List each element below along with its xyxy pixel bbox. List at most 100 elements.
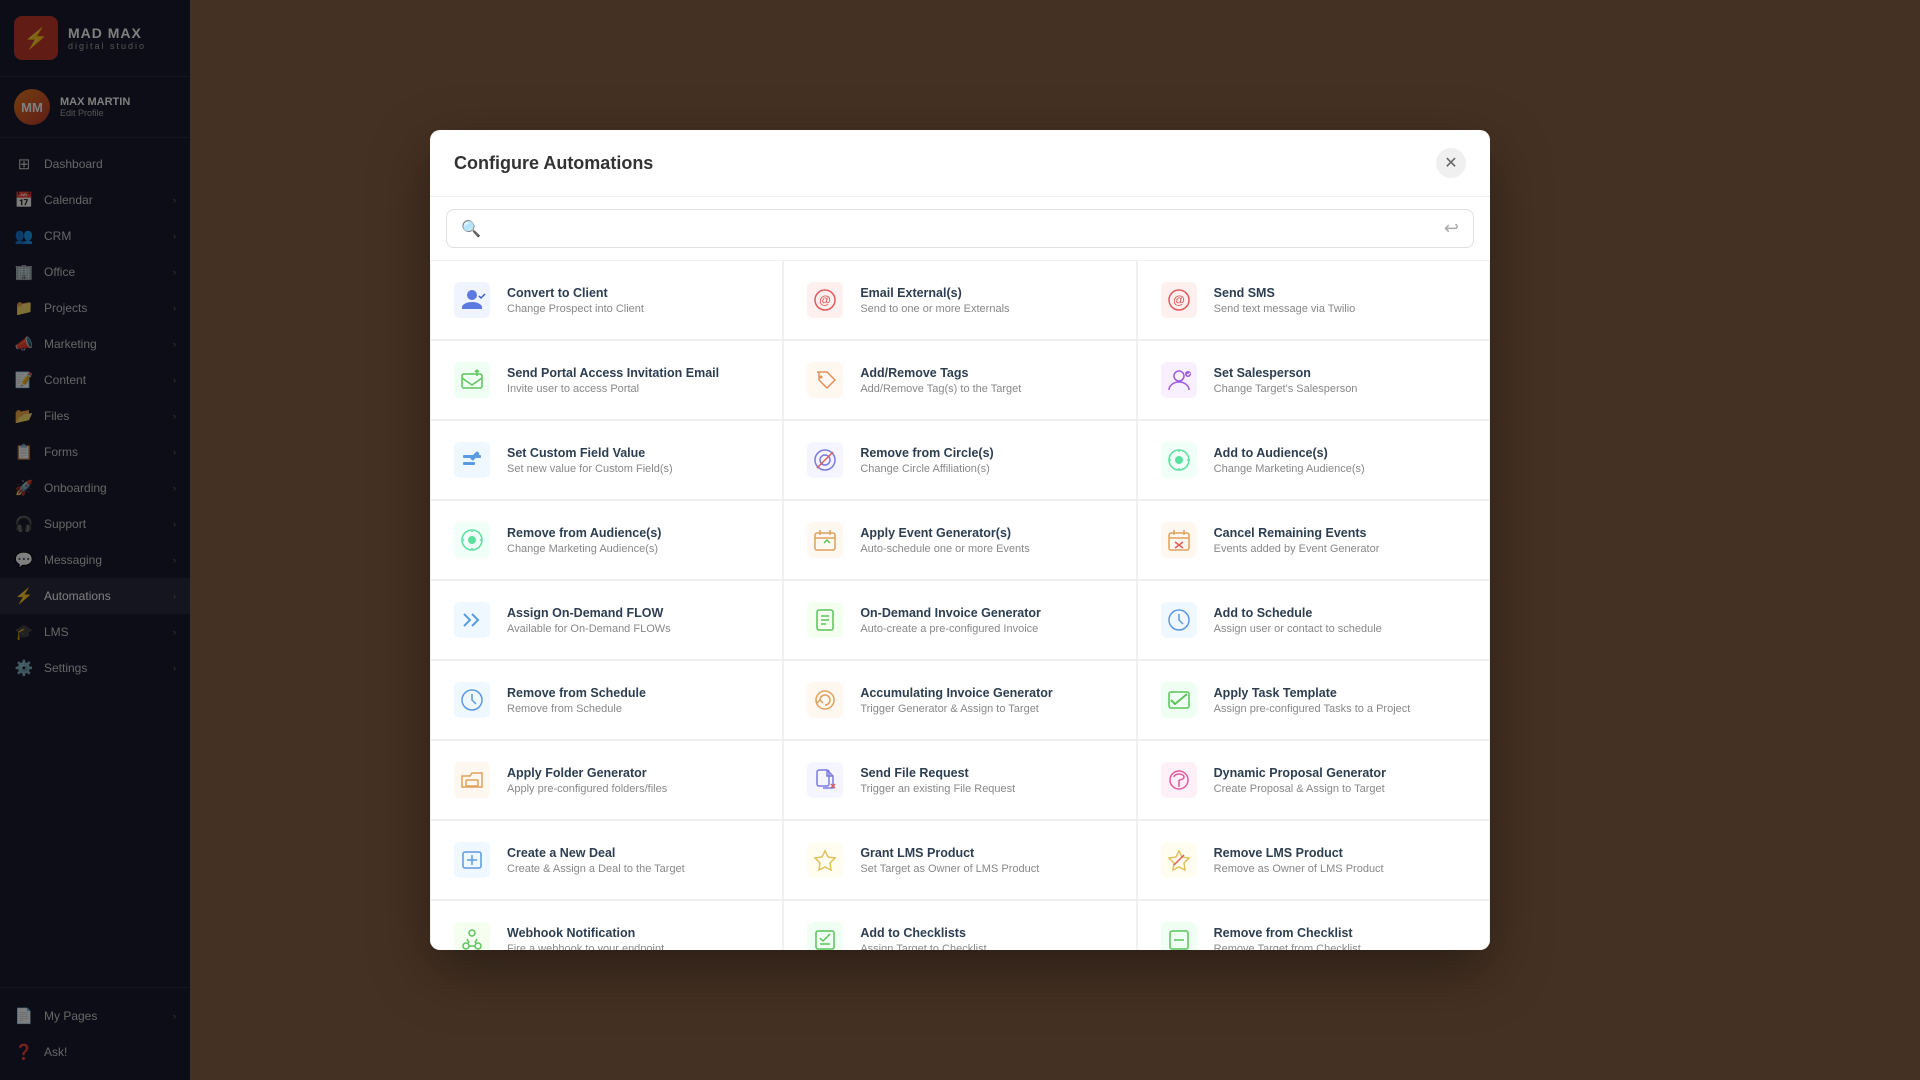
automation-card-on-demand-invoice-generator[interactable]: On-Demand Invoice Generator Auto-create … bbox=[783, 580, 1136, 660]
automation-card-send-sms[interactable]: @ Send SMS Send text message via Twilio bbox=[1137, 260, 1490, 340]
automation-title-grant-lms-product: Grant LMS Product bbox=[860, 846, 1039, 860]
automation-title-apply-folder-generator: Apply Folder Generator bbox=[507, 766, 667, 780]
automation-icon-remove-from-audiences bbox=[451, 519, 493, 561]
modal-overlay[interactable]: Configure Automations ✕ 🔍 ↩ Convert to C… bbox=[0, 0, 1920, 1080]
automation-text-remove-from-audiences: Remove from Audience(s) Change Marketing… bbox=[507, 526, 661, 555]
back-button[interactable]: ↩ bbox=[1444, 218, 1459, 239]
automation-text-apply-folder-generator: Apply Folder Generator Apply pre-configu… bbox=[507, 766, 667, 795]
modal-header: Configure Automations ✕ bbox=[430, 130, 1490, 197]
automation-desc-apply-folder-generator: Apply pre-configured folders/files bbox=[507, 783, 667, 795]
automation-desc-remove-from-audiences: Change Marketing Audience(s) bbox=[507, 543, 661, 555]
automation-card-convert-to-client[interactable]: Convert to Client Change Prospect into C… bbox=[430, 260, 783, 340]
automation-card-set-salesperson[interactable]: Set Salesperson Change Target's Salesper… bbox=[1137, 340, 1490, 420]
automation-desc-set-custom-field: Set new value for Custom Field(s) bbox=[507, 463, 673, 475]
automation-text-remove-from-checklist: Remove from Checklist Remove Target from… bbox=[1214, 926, 1361, 951]
automation-icon-add-to-audiences bbox=[1158, 439, 1200, 481]
automation-card-add-to-audiences[interactable]: Add to Audience(s) Change Marketing Audi… bbox=[1137, 420, 1490, 500]
automation-card-apply-task-template[interactable]: Apply Task Template Assign pre-configure… bbox=[1137, 660, 1490, 740]
automation-icon-set-salesperson bbox=[1158, 359, 1200, 401]
automation-card-set-custom-field[interactable]: Set Custom Field Value Set new value for… bbox=[430, 420, 783, 500]
automation-desc-send-portal-access: Invite user to access Portal bbox=[507, 383, 719, 395]
automation-card-remove-from-circles[interactable]: Remove from Circle(s) Change Circle Affi… bbox=[783, 420, 1136, 500]
automation-card-cancel-remaining-events[interactable]: Cancel Remaining Events Events added by … bbox=[1137, 500, 1490, 580]
automation-text-on-demand-invoice-generator: On-Demand Invoice Generator Auto-create … bbox=[860, 606, 1041, 635]
automation-desc-convert-to-client: Change Prospect into Client bbox=[507, 303, 644, 315]
automation-card-remove-from-schedule[interactable]: Remove from Schedule Remove from Schedul… bbox=[430, 660, 783, 740]
automation-icon-remove-lms-product bbox=[1158, 839, 1200, 881]
automation-card-add-remove-tags[interactable]: Add/Remove Tags Add/Remove Tag(s) to the… bbox=[783, 340, 1136, 420]
search-icon: 🔍 bbox=[461, 219, 481, 239]
automation-text-cancel-remaining-events: Cancel Remaining Events Events added by … bbox=[1214, 526, 1380, 555]
automation-card-remove-from-checklist[interactable]: Remove from Checklist Remove Target from… bbox=[1137, 900, 1490, 950]
search-bar: 🔍 ↩ bbox=[446, 209, 1474, 248]
configure-automations-modal: Configure Automations ✕ 🔍 ↩ Convert to C… bbox=[430, 130, 1490, 950]
automation-text-set-custom-field: Set Custom Field Value Set new value for… bbox=[507, 446, 673, 475]
automation-card-apply-event-generator[interactable]: Apply Event Generator(s) Auto-schedule o… bbox=[783, 500, 1136, 580]
modal-title: Configure Automations bbox=[454, 153, 653, 174]
automation-title-remove-from-circles: Remove from Circle(s) bbox=[860, 446, 993, 460]
automation-card-add-to-schedule[interactable]: Add to Schedule Assign user or contact t… bbox=[1137, 580, 1490, 660]
automation-icon-remove-from-schedule bbox=[451, 679, 493, 721]
automation-desc-remove-from-schedule: Remove from Schedule bbox=[507, 703, 646, 715]
automation-desc-remove-from-checklist: Remove Target from Checklist bbox=[1214, 943, 1361, 951]
automation-text-email-externals: Email External(s) Send to one or more Ex… bbox=[860, 286, 1009, 315]
automation-icon-webhook-notification bbox=[451, 919, 493, 950]
automation-card-remove-lms-product[interactable]: Remove LMS Product Remove as Owner of LM… bbox=[1137, 820, 1490, 900]
automation-desc-send-file-request: Trigger an existing File Request bbox=[860, 783, 1015, 795]
search-input[interactable] bbox=[491, 221, 1434, 236]
automation-title-add-to-checklists: Add to Checklists bbox=[860, 926, 986, 940]
automation-title-email-externals: Email External(s) bbox=[860, 286, 1009, 300]
automation-title-add-to-audiences: Add to Audience(s) bbox=[1214, 446, 1365, 460]
automation-icon-add-to-schedule bbox=[1158, 599, 1200, 641]
automation-icon-remove-from-checklist bbox=[1158, 919, 1200, 950]
automation-icon-create-new-deal bbox=[451, 839, 493, 881]
automation-text-remove-from-circles: Remove from Circle(s) Change Circle Affi… bbox=[860, 446, 993, 475]
automation-desc-add-remove-tags: Add/Remove Tag(s) to the Target bbox=[860, 383, 1021, 395]
automation-icon-set-custom-field bbox=[451, 439, 493, 481]
automation-desc-assign-on-demand-flow: Available for On-Demand FLOWs bbox=[507, 623, 671, 635]
automation-title-on-demand-invoice-generator: On-Demand Invoice Generator bbox=[860, 606, 1041, 620]
automation-card-create-new-deal[interactable]: Create a New Deal Create & Assign a Deal… bbox=[430, 820, 783, 900]
svg-text:@: @ bbox=[1173, 293, 1185, 307]
automation-icon-grant-lms-product bbox=[804, 839, 846, 881]
automation-text-convert-to-client: Convert to Client Change Prospect into C… bbox=[507, 286, 644, 315]
automation-desc-email-externals: Send to one or more Externals bbox=[860, 303, 1009, 315]
automation-title-cancel-remaining-events: Cancel Remaining Events bbox=[1214, 526, 1380, 540]
automation-icon-add-to-checklists bbox=[804, 919, 846, 950]
automation-card-dynamic-proposal-generator[interactable]: Dynamic Proposal Generator Create Propos… bbox=[1137, 740, 1490, 820]
automation-card-grant-lms-product[interactable]: Grant LMS Product Set Target as Owner of… bbox=[783, 820, 1136, 900]
automation-card-send-portal-access[interactable]: Send Portal Access Invitation Email Invi… bbox=[430, 340, 783, 420]
automation-card-accumulating-invoice-generator[interactable]: Accumulating Invoice Generator Trigger G… bbox=[783, 660, 1136, 740]
automation-icon-email-externals: @ bbox=[804, 279, 846, 321]
automation-card-apply-folder-generator[interactable]: Apply Folder Generator Apply pre-configu… bbox=[430, 740, 783, 820]
automation-text-send-file-request: Send File Request Trigger an existing Fi… bbox=[860, 766, 1015, 795]
automation-title-remove-from-audiences: Remove from Audience(s) bbox=[507, 526, 661, 540]
automation-title-set-custom-field: Set Custom Field Value bbox=[507, 446, 673, 460]
automation-desc-grant-lms-product: Set Target as Owner of LMS Product bbox=[860, 863, 1039, 875]
automation-desc-webhook-notification: Fire a webhook to your endpoint bbox=[507, 943, 664, 951]
automation-card-assign-on-demand-flow[interactable]: Assign On-Demand FLOW Available for On-D… bbox=[430, 580, 783, 660]
automation-text-grant-lms-product: Grant LMS Product Set Target as Owner of… bbox=[860, 846, 1039, 875]
automation-card-remove-from-audiences[interactable]: Remove from Audience(s) Change Marketing… bbox=[430, 500, 783, 580]
automation-text-set-salesperson: Set Salesperson Change Target's Salesper… bbox=[1214, 366, 1358, 395]
automation-text-send-sms: Send SMS Send text message via Twilio bbox=[1214, 286, 1356, 315]
automation-icon-convert-to-client bbox=[451, 279, 493, 321]
automation-icon-send-file-request bbox=[804, 759, 846, 801]
automation-desc-add-to-checklists: Assign Target to Checklist bbox=[860, 943, 986, 951]
automation-card-send-file-request[interactable]: Send File Request Trigger an existing Fi… bbox=[783, 740, 1136, 820]
automation-icon-accumulating-invoice-generator bbox=[804, 679, 846, 721]
automation-card-email-externals[interactable]: @ Email External(s) Send to one or more … bbox=[783, 260, 1136, 340]
automation-title-create-new-deal: Create a New Deal bbox=[507, 846, 685, 860]
automation-desc-cancel-remaining-events: Events added by Event Generator bbox=[1214, 543, 1380, 555]
automation-title-send-file-request: Send File Request bbox=[860, 766, 1015, 780]
automation-title-convert-to-client: Convert to Client bbox=[507, 286, 644, 300]
automation-text-add-to-audiences: Add to Audience(s) Change Marketing Audi… bbox=[1214, 446, 1365, 475]
automation-text-dynamic-proposal-generator: Dynamic Proposal Generator Create Propos… bbox=[1214, 766, 1386, 795]
automation-card-webhook-notification[interactable]: Webhook Notification Fire a webhook to y… bbox=[430, 900, 783, 950]
automation-desc-add-to-schedule: Assign user or contact to schedule bbox=[1214, 623, 1382, 635]
automation-desc-on-demand-invoice-generator: Auto-create a pre-configured Invoice bbox=[860, 623, 1041, 635]
automation-desc-add-to-audiences: Change Marketing Audience(s) bbox=[1214, 463, 1365, 475]
automation-icon-add-remove-tags bbox=[804, 359, 846, 401]
close-button[interactable]: ✕ bbox=[1436, 148, 1466, 178]
automation-card-add-to-checklists[interactable]: Add to Checklists Assign Target to Check… bbox=[783, 900, 1136, 950]
